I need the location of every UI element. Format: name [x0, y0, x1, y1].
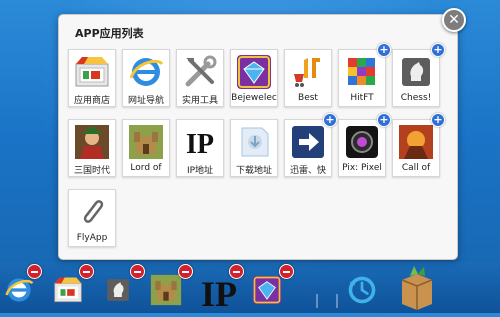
panel-title: APP应用列表	[75, 27, 144, 40]
call-of-game-icon	[399, 125, 433, 159]
app-tile-pix-pixel[interactable]: Pix: Pixel	[338, 119, 386, 177]
app-tile-label: Call of	[401, 163, 431, 173]
arrow-right-icon	[292, 126, 324, 158]
app-tile-label: 网址导航	[127, 96, 164, 106]
app-tile-thunder[interactable]: 迅雷、快	[284, 119, 332, 177]
dock-item-clock[interactable]	[346, 274, 378, 306]
box-package-icon	[401, 266, 433, 310]
add-badge-hitft[interactable]: +	[377, 43, 391, 57]
close-button[interactable]: ✕	[442, 8, 466, 32]
app-tile-best[interactable]: Best	[284, 49, 332, 107]
dock-bar: IP	[0, 262, 500, 314]
lord-of-castle-icon	[129, 125, 163, 159]
hitft-blocks-icon	[348, 58, 375, 85]
bejeweled-gem-icon	[237, 55, 271, 89]
app-tile-label: Bejewelec	[231, 93, 277, 103]
app-tile-label: IP地址	[186, 166, 214, 176]
chess-knight-icon	[107, 279, 129, 301]
app-tile-flyapp[interactable]: FlyApp	[68, 189, 116, 247]
camera-lens-icon	[346, 126, 378, 158]
dock-separator	[316, 294, 338, 308]
app-tile-label: Best	[298, 93, 318, 103]
app-tile-label: 三国时代	[73, 166, 110, 176]
ie-browser-icon	[5, 278, 34, 302]
app-tile-label: HitFT	[350, 93, 374, 103]
ie-browser-icon	[129, 58, 164, 86]
app-tile-app-store[interactable]: 应用商店	[68, 49, 116, 107]
app-tile-label: FlyApp	[76, 233, 108, 243]
chess-knight-icon	[402, 58, 430, 86]
dock-item-app-store[interactable]	[53, 275, 83, 305]
clock-refresh-icon	[348, 276, 376, 304]
lord-of-castle-icon	[150, 274, 182, 306]
best-cart-icon	[294, 58, 320, 87]
remove-badge-bejeweled[interactable]	[279, 264, 294, 279]
remove-badge-app-store[interactable]	[79, 264, 94, 279]
app-tile-label: Lord of	[130, 163, 162, 173]
app-tile-label: 下载地址	[235, 166, 272, 176]
dock-item-browser[interactable]	[4, 275, 34, 305]
tools-icon	[185, 55, 217, 87]
app-tile-label: Chess!	[400, 93, 432, 103]
app-store-icon	[54, 277, 82, 303]
ip-text-icon: IP	[186, 129, 214, 160]
dock-item-lord-of[interactable]	[150, 274, 182, 306]
app-list-panel: APP应用列表 应用商店 网址导航 实用工具 Bejewelec Best Hi…	[58, 14, 458, 260]
remove-badge-ip-address[interactable]	[229, 264, 244, 279]
app-tile-chess[interactable]: Chess!	[392, 49, 440, 107]
app-tile-call-of[interactable]: Call of	[392, 119, 440, 177]
app-tile-download-address[interactable]: 下载地址	[230, 119, 278, 177]
add-badge-thunder[interactable]: +	[323, 113, 337, 127]
app-tile-lord-of[interactable]: Lord of	[122, 119, 170, 177]
svg-text:IP: IP	[186, 129, 214, 160]
app-tile-bejeweled[interactable]: Bejewelec	[230, 49, 278, 107]
remove-badge-chess[interactable]	[130, 264, 145, 279]
app-tile-label: 实用工具	[181, 96, 218, 106]
dock-item-chess[interactable]	[104, 276, 134, 306]
app-tile-label: Pix: Pixel	[342, 163, 382, 173]
dock-item-package[interactable]	[398, 264, 436, 310]
add-badge-chess[interactable]: +	[431, 43, 445, 57]
remove-badge-browser[interactable]	[27, 264, 42, 279]
download-address-icon	[241, 127, 269, 157]
dock-item-bejeweled[interactable]	[252, 275, 282, 305]
app-tile-web-navigation[interactable]: 网址导航	[122, 49, 170, 107]
three-kingdoms-warrior-icon	[75, 125, 109, 159]
app-tile-ip-address[interactable]: IP IP地址	[176, 119, 224, 177]
app-tile-label: 应用商店	[73, 96, 110, 106]
remove-badge-lord-of[interactable]	[178, 264, 193, 279]
app-tile-label: 迅雷、快	[289, 166, 326, 176]
add-badge-pix-pixel[interactable]: +	[377, 113, 391, 127]
app-tile-three-kingdoms[interactable]: 三国时代	[68, 119, 116, 177]
app-tile-hitft[interactable]: HitFT	[338, 49, 386, 107]
app-tile-utilities[interactable]: 实用工具	[176, 49, 224, 107]
add-badge-call-of[interactable]: +	[431, 113, 445, 127]
svg-text:IP: IP	[201, 274, 237, 312]
bejeweled-gem-icon	[252, 275, 282, 305]
paperclip-icon	[83, 200, 104, 223]
app-store-icon	[75, 57, 109, 87]
